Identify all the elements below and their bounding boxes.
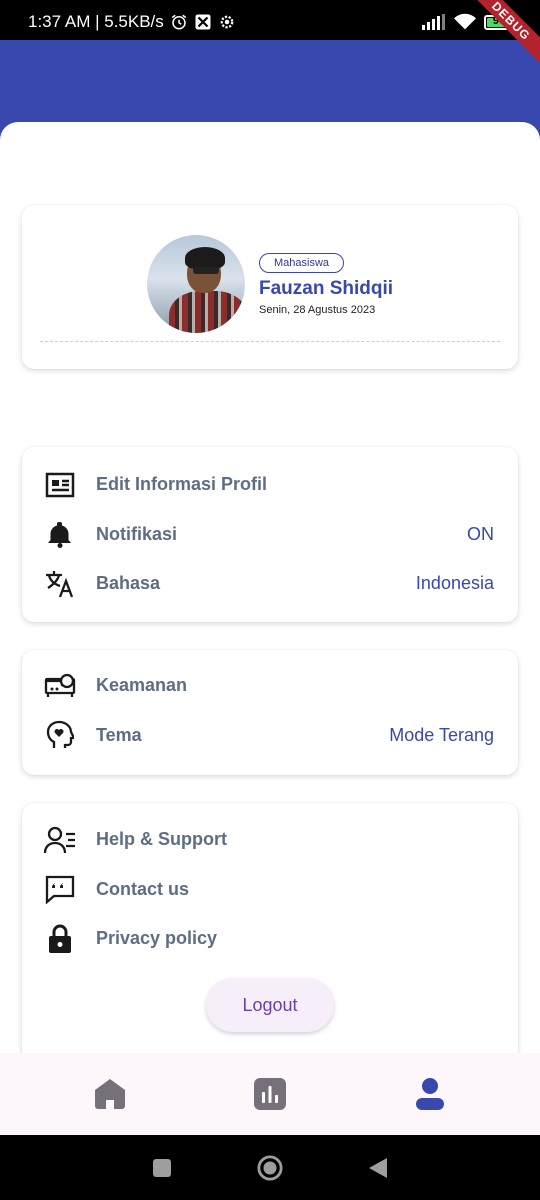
menu-item-tema[interactable]: Tema Mode Terang	[44, 711, 494, 761]
chat-quote-icon	[44, 873, 76, 905]
dashed-divider	[40, 341, 500, 342]
home-icon	[95, 1079, 125, 1109]
notification-status[interactable]: ON	[467, 524, 494, 545]
system-navigation-bar	[0, 1135, 540, 1200]
square-icon	[153, 1158, 171, 1177]
theme-value[interactable]: Mode Terang	[389, 725, 494, 746]
menu-label: Notifikasi	[96, 523, 178, 544]
status-time-speed: 1:37 AM | 5.5KB/s	[28, 12, 164, 31]
bottom-navigation	[0, 1053, 540, 1135]
triangle-back-icon	[369, 1157, 387, 1178]
translate-icon	[44, 568, 76, 600]
wifi-icon	[454, 13, 476, 30]
profile-card-icon	[44, 469, 76, 501]
role-badge: Mahasiswa	[259, 252, 345, 273]
support-icon	[44, 824, 76, 856]
menu-item-keamanan[interactable]: Keamanan	[44, 661, 494, 711]
menu-item-contact-us[interactable]: Contact us	[44, 865, 494, 915]
settings-card-preferences: Keamanan Tema Mode Terang	[22, 650, 518, 775]
recent-apps-button[interactable]	[149, 1155, 175, 1181]
menu-label: Privacy policy	[96, 928, 218, 949]
settings-gear-icon	[220, 15, 234, 29]
menu-item-bahasa[interactable]: Bahasa Indonesia	[44, 559, 494, 609]
alarm-icon	[171, 14, 186, 30]
lock-icon	[44, 923, 76, 955]
signal-icon	[422, 14, 445, 30]
menu-item-privacy-policy[interactable]: Privacy policy	[44, 914, 494, 964]
menu-item-edit-profile[interactable]: Edit Informasi Profil	[44, 460, 494, 510]
menu-label: Contact us	[96, 878, 190, 899]
menu-label: Tema	[96, 724, 142, 745]
person-icon	[416, 1078, 444, 1110]
menu-label: Keamanan	[96, 675, 188, 696]
avatar[interactable]	[147, 235, 245, 333]
menu-label: Help & Support	[96, 829, 227, 850]
home-system-button[interactable]	[257, 1154, 283, 1181]
profile-card: Mahasiswa Fauzan Shidqii Senin, 28 Agust…	[22, 205, 518, 369]
menu-label: Bahasa	[96, 573, 161, 594]
status-bar: 1:37 AM | 5.5KB/s 90	[0, 0, 540, 44]
logout-button[interactable]: Logout	[206, 978, 334, 1032]
security-icon	[44, 670, 76, 702]
nav-profile[interactable]	[400, 1064, 460, 1124]
profile-date: Senin, 28 Agustus 2023	[259, 303, 376, 316]
chart-icon	[254, 1078, 286, 1110]
nav-home[interactable]	[80, 1064, 140, 1124]
profile-name: Fauzan Shidqii	[259, 277, 394, 299]
menu-item-help-support[interactable]: Help & Support	[44, 815, 494, 865]
menu-label: Edit Informasi Profil	[96, 474, 268, 495]
theme-head-icon	[44, 719, 76, 751]
language-value[interactable]: Indonesia	[416, 573, 494, 594]
app-notification-icon	[195, 14, 211, 30]
nav-statistics[interactable]	[240, 1064, 300, 1124]
bell-icon	[44, 518, 76, 550]
back-button[interactable]	[365, 1155, 391, 1181]
settings-card-support: Help & Support Contact us Privacy policy…	[22, 803, 518, 1063]
circle-icon	[257, 1154, 283, 1181]
menu-item-notifikasi[interactable]: Notifikasi ON	[44, 510, 494, 560]
settings-card-account: Edit Informasi Profil Notifikasi ON Baha…	[22, 447, 518, 622]
